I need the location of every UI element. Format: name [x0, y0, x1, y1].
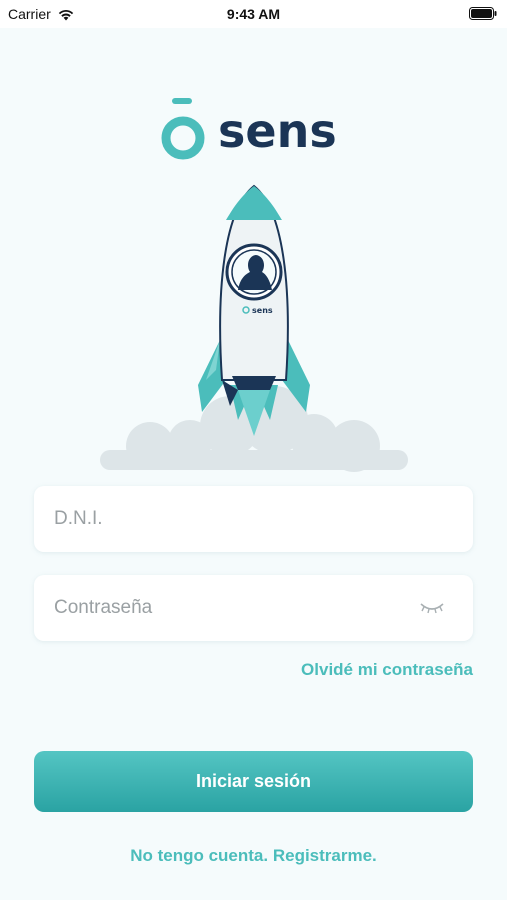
password-field[interactable]: [34, 575, 473, 641]
status-bar: Carrier 9:43 AM: [0, 0, 507, 28]
brand-name: sens: [218, 104, 337, 158]
status-time: 9:43 AM: [226, 6, 281, 22]
forgot-password-link[interactable]: Olvidé mi contraseña: [301, 660, 473, 680]
battery-icon: [469, 7, 497, 20]
rocket-illustration: sens: [100, 184, 408, 472]
brand-logo: sens: [160, 96, 350, 162]
register-link[interactable]: No tengo cuenta. Registrarme.: [0, 846, 507, 866]
password-input[interactable]: [54, 575, 414, 641]
eye-closed-icon[interactable]: [419, 599, 445, 617]
login-button[interactable]: Iniciar sesión: [34, 751, 473, 812]
rocket-mini-logo: sens: [252, 306, 273, 315]
sens-logo-icon: [161, 98, 205, 160]
dni-field[interactable]: [34, 486, 473, 552]
dni-input[interactable]: [54, 486, 414, 552]
